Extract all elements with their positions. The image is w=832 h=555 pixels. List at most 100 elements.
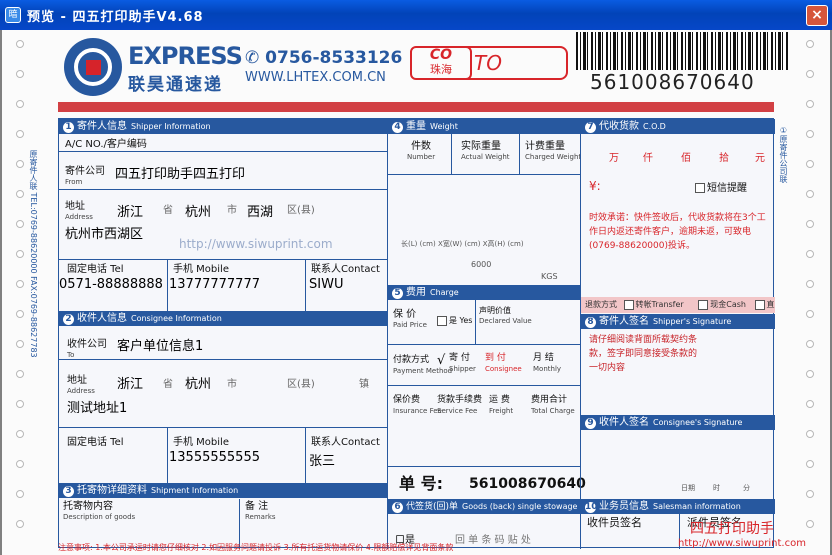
- origin-stamp-city: 珠海: [430, 63, 452, 76]
- receiver-mobile-value[interactable]: 13555555555: [169, 450, 260, 465]
- app-icon: 暗: [5, 7, 21, 23]
- sign-minute-label: 分: [743, 484, 750, 492]
- feed-hole: [806, 430, 814, 438]
- feed-hole: [806, 130, 814, 138]
- cod-unit-wan: 万: [609, 153, 619, 164]
- feed-hole: [16, 40, 24, 48]
- side-label-left: 原寄件人联 TEL:0769-88620000 FAX:0769-8862778…: [29, 150, 38, 358]
- payment-check: √: [437, 353, 446, 368]
- waybill-paper: EXPRESS 联昊通速递 ✆ 0756-8533126 WWW.LHTEX.C…: [2, 30, 830, 555]
- shipper-sign-text: 请仔细阅读背面所载契约条款，签字即同意接受条款的一切内容: [589, 335, 698, 373]
- charged-weight-label: 计费重量 Charged Weight: [525, 141, 582, 161]
- feed-hole: [16, 220, 24, 228]
- receiver-contact-value[interactable]: 张三: [309, 450, 335, 469]
- brand-logo-icon: [64, 38, 122, 96]
- feed-hole: [16, 280, 24, 288]
- shipment-content-label: 托寄物内容 Description of goods: [63, 501, 136, 521]
- insure-fee-label: 保价费 Insurance Fee: [393, 395, 442, 415]
- feed-hole: [806, 370, 814, 378]
- sender-phone-value[interactable]: 0571-88888888: [59, 277, 163, 292]
- insure-label: 保 价 Paid Price: [393, 309, 427, 329]
- sender-contact-value[interactable]: SIWU: [309, 277, 343, 292]
- window-title: 预览 - 四五打印助手V4.68: [27, 10, 204, 25]
- receiver-mobile-label: 手机 Mobile: [173, 437, 229, 448]
- weight-header: 4 重量 Weight: [388, 119, 581, 134]
- freight-label: 运 费 Freight: [489, 395, 514, 415]
- charge-header: 5 费用 Charge: [388, 285, 581, 300]
- footer-note: 注意事项: 1.本公司承运时请您仔细核对 2.如因服务问题请投诉 3.所有托运货…: [58, 543, 454, 552]
- feed-hole: [806, 460, 814, 468]
- cod-currency: ¥:: [589, 179, 601, 193]
- city-unit: 市: [227, 379, 237, 390]
- background-watermark: http://www.siwuprint.com: [179, 237, 333, 251]
- feed-hole: [806, 70, 814, 78]
- feed-hole: [16, 70, 24, 78]
- header-red-bar: [58, 102, 774, 112]
- feed-hole: [806, 160, 814, 168]
- pay-monthly-option[interactable]: 月 结 Monthly: [533, 353, 561, 375]
- sms-checkbox[interactable]: [695, 183, 705, 193]
- feed-hole: [16, 490, 24, 498]
- sender-mobile-value[interactable]: 13777777777: [169, 277, 260, 292]
- district-unit: 区(县): [287, 205, 315, 216]
- sender-company-value[interactable]: 四五打印助手四五打印: [115, 163, 245, 182]
- sender-city[interactable]: 杭州: [185, 201, 211, 220]
- sender-mobile-label: 手机 Mobile: [173, 264, 229, 275]
- receiver-city[interactable]: 杭州: [185, 373, 211, 392]
- preview-area[interactable]: EXPRESS 联昊通速递 ✆ 0756-8533126 WWW.LHTEX.C…: [0, 30, 832, 555]
- sms-reminder[interactable]: 短信提醒: [695, 183, 747, 194]
- actual-weight-label: 实际重量 Actual Weight: [461, 141, 510, 161]
- cod-notice: 时效承诺：快件签收后，代收货款将在3个工作日内返还寄件客户，逾期未返，可致电(0…: [589, 213, 766, 251]
- feed-hole: [16, 370, 24, 378]
- sender-address-detail[interactable]: 杭州市西湖区: [65, 223, 143, 242]
- cod-unit-bai: 佰: [681, 153, 691, 164]
- brand-cn: 联昊通速递: [128, 75, 223, 95]
- town-unit: 镇: [359, 379, 369, 390]
- tracking-number: 561008670640: [590, 70, 755, 94]
- sender-province[interactable]: 浙江: [117, 201, 143, 220]
- cod-unit-qian: 仟: [643, 153, 653, 164]
- receiver-company-value[interactable]: 客户单位信息1: [117, 335, 203, 354]
- feed-hole: [16, 520, 24, 528]
- sign-hour-label: 时: [713, 484, 720, 492]
- feed-hole: [806, 280, 814, 288]
- size-divisor: 6000: [471, 260, 492, 269]
- sign-date-label: 日期: [681, 484, 695, 492]
- insure-yes[interactable]: 是 Yes: [437, 315, 472, 326]
- origin-stamp-code: CO: [429, 47, 453, 63]
- close-button[interactable]: ×: [806, 5, 828, 26]
- collector-sign-label: 收件员签名: [587, 516, 642, 529]
- sender-district[interactable]: 西湖: [247, 201, 273, 220]
- feed-hole: [16, 160, 24, 168]
- insure-checkbox[interactable]: [437, 315, 447, 326]
- feed-hole: [16, 130, 24, 138]
- receiver-address-detail[interactable]: 测试地址1: [67, 397, 127, 416]
- receiver-company-label: 收件公司 To: [67, 339, 107, 359]
- company-website: WWW.LHTEX.COM.CN: [245, 70, 386, 85]
- declared-value-label: 声明价值 Declared Value: [479, 306, 532, 325]
- feed-hole: [806, 490, 814, 498]
- receiver-province[interactable]: 浙江: [117, 373, 143, 392]
- sender-company-label: 寄件公司 From: [65, 166, 105, 186]
- size-formula: 长(L) (cm) X宽(W) (cm) X高(H) (cm): [401, 240, 524, 248]
- shipment-header: 3 托寄物详细资料 Shipment Information: [59, 483, 387, 498]
- order-no-value: 561008670640: [469, 476, 586, 492]
- pieces-label: 件数 Number: [407, 141, 436, 161]
- province-unit: 省: [163, 205, 173, 216]
- feed-hole: [806, 100, 814, 108]
- pay-shipper-option[interactable]: 寄 付 Shipper: [449, 353, 476, 375]
- feed-hole: [16, 430, 24, 438]
- pay-consignee-option[interactable]: 到 付 Consignee: [485, 353, 522, 375]
- feed-hole: [806, 310, 814, 318]
- cod-unit-shi: 拾: [719, 153, 729, 164]
- sender-address-label: 地址 Address: [65, 201, 93, 221]
- province-unit: 省: [163, 379, 173, 390]
- feed-hole: [806, 250, 814, 258]
- total-charge-label: 费用合计 Total Charge: [531, 395, 575, 415]
- cod-refund-band: 退款方式 转帐Transfer 现金Cash 直返: [581, 297, 775, 325]
- weight-unit: KGS: [541, 272, 558, 281]
- cod-header: 7 代收货款 C.O.D: [581, 119, 775, 134]
- shipment-remarks-label: 备 注 Remarks: [245, 501, 276, 521]
- account-label: A/C NO./客户编码: [65, 139, 147, 150]
- tracking-barcode: [576, 32, 788, 70]
